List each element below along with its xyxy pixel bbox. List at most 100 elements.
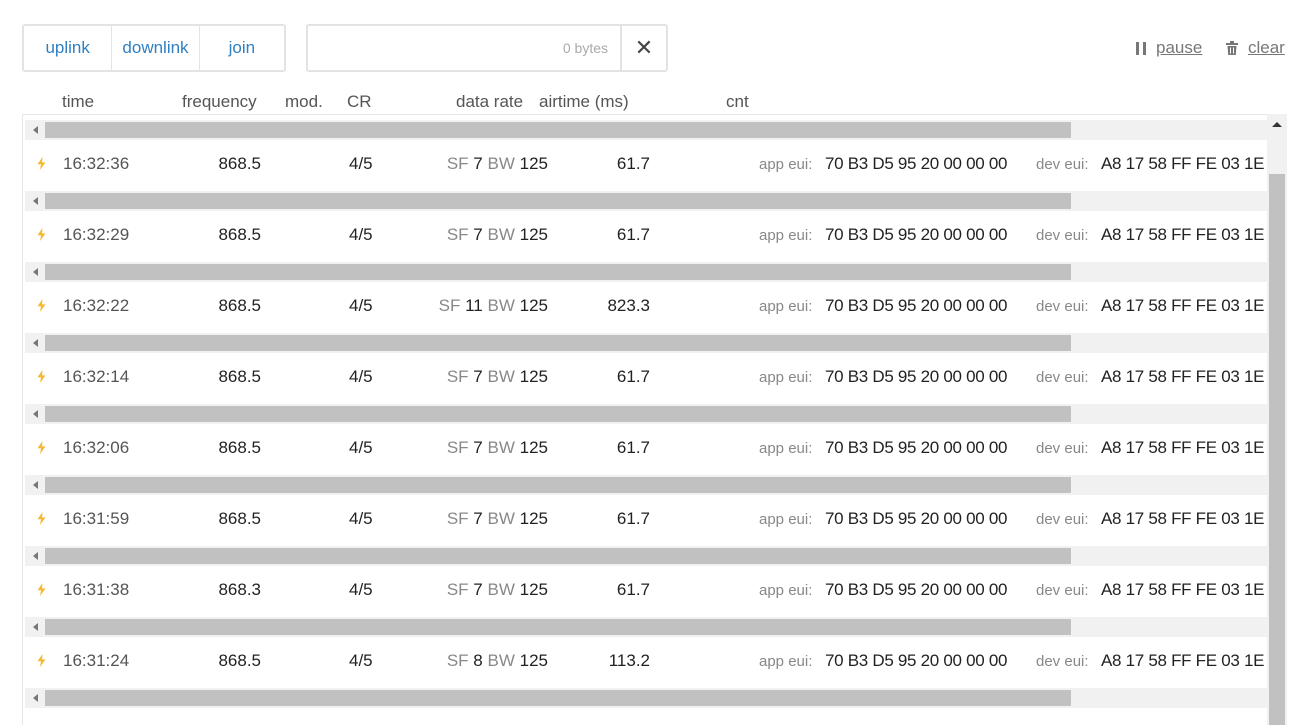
packet-frequency: 868.5 <box>218 438 261 457</box>
sf-label: SF <box>446 438 469 457</box>
app-eui-value: 70 B3 D5 95 20 00 00 00 <box>825 651 1008 670</box>
horizontal-scrollbar[interactable] <box>25 333 1287 353</box>
packet-frequency: 868.5 <box>218 651 261 670</box>
horizontal-scrollbar[interactable] <box>25 120 1287 140</box>
clear-search-button[interactable]: ✕ <box>620 26 666 70</box>
packet-time: 16:31:59 <box>63 509 130 528</box>
table-row[interactable]: 16:32:22 868.5 4/5 SF 11 BW 125 823.3 app eui… <box>25 282 1268 333</box>
table-row[interactable]: 16:32:36 868.5 4/5 SF 7 BW 125 61.7 app eui: 7… <box>25 140 1268 191</box>
sf-value: 7 <box>473 225 483 244</box>
app-eui-label: app eui: <box>759 156 813 173</box>
app-eui-label: app eui: <box>759 511 813 528</box>
dev-eui-label: dev eui: <box>1036 227 1089 244</box>
scroll-left-arrow-icon[interactable] <box>33 694 38 702</box>
search-input[interactable] <box>308 26 563 70</box>
scroll-left-arrow-icon[interactable] <box>33 481 38 489</box>
packet-frequency: 868.5 <box>218 367 261 386</box>
column-header-cr: CR <box>347 92 372 111</box>
horizontal-scroll-thumb[interactable] <box>45 477 1071 493</box>
dev-eui-value: A8 17 58 FF FE 03 1E <box>1101 509 1265 528</box>
dev-eui-value: A8 17 58 FF FE 03 1E <box>1101 154 1265 173</box>
packet-data-rate: SF 7 BW 125 <box>447 580 548 600</box>
horizontal-scroll-thumb[interactable] <box>45 335 1071 351</box>
scroll-up-arrow-icon[interactable] <box>1272 122 1282 127</box>
packet-cr: 4/5 <box>349 367 373 386</box>
scroll-left-arrow-icon[interactable] <box>33 339 38 347</box>
bw-value: 125 <box>519 154 548 173</box>
sf-label: SF <box>446 154 469 173</box>
scroll-left-arrow-icon[interactable] <box>33 126 38 134</box>
horizontal-scrollbar[interactable] <box>25 546 1287 566</box>
horizontal-scroll-thumb[interactable] <box>45 690 1071 706</box>
packet-airtime: 61.7 <box>616 438 650 457</box>
pause-label: pause <box>1156 38 1203 57</box>
table-row[interactable]: 16:31:38 868.3 4/5 SF 7 BW 125 61.7 app eui: 7… <box>25 566 1268 617</box>
column-header-modulation: mod. <box>285 92 323 111</box>
horizontal-scrollbar[interactable] <box>25 404 1287 424</box>
table-row[interactable]: 16:32:14 868.5 4/5 SF 7 BW 125 61.7 app eui: 7… <box>25 353 1268 404</box>
table-row[interactable]: 16:31:59 868.5 4/5 SF 7 BW 125 61.7 app eui: 7… <box>25 495 1268 546</box>
packet-data-rate: SF 7 BW 125 <box>447 225 548 245</box>
column-header-cnt: cnt <box>726 92 749 111</box>
sf-value: 7 <box>473 509 483 528</box>
packet-airtime: 61.7 <box>616 509 650 528</box>
scroll-left-arrow-icon[interactable] <box>33 623 38 631</box>
table-row[interactable]: 16:32:29 868.5 4/5 SF 7 BW 125 61.7 app eui: 7… <box>25 211 1268 262</box>
sf-label: SF <box>438 296 461 315</box>
vertical-scrollbar[interactable] <box>1267 114 1287 725</box>
bw-value: 125 <box>519 438 548 457</box>
horizontal-scroll-thumb[interactable] <box>45 406 1071 422</box>
horizontal-scroll-thumb[interactable] <box>45 619 1071 635</box>
packet-frequency: 868.5 <box>218 296 261 315</box>
app-eui-value: 70 B3 D5 95 20 00 00 00 <box>825 438 1008 457</box>
table-row[interactable]: 16:32:06 868.5 4/5 SF 7 BW 125 61.7 app eui: 7… <box>25 424 1268 475</box>
scroll-left-arrow-icon[interactable] <box>33 268 38 276</box>
scroll-left-arrow-icon[interactable] <box>33 552 38 560</box>
lightning-bolt-icon <box>37 512 46 525</box>
join-filter-button[interactable]: join <box>198 26 284 70</box>
horizontal-scroll-thumb[interactable] <box>45 264 1071 280</box>
packet-cr: 4/5 <box>349 580 373 599</box>
sf-value: 7 <box>473 438 483 457</box>
horizontal-scroll-thumb[interactable] <box>45 122 1071 138</box>
packet-frequency: 868.5 <box>218 154 261 173</box>
packet-airtime: 61.7 <box>616 367 650 386</box>
horizontal-scrollbar[interactable] <box>25 617 1287 637</box>
horizontal-scrollbar[interactable] <box>25 688 1287 708</box>
pause-icon <box>1136 41 1146 55</box>
dev-eui-label: dev eui: <box>1036 298 1089 315</box>
horizontal-scroll-thumb[interactable] <box>45 548 1071 564</box>
horizontal-scrollbar[interactable] <box>25 191 1287 211</box>
bw-value: 125 <box>519 509 548 528</box>
downlink-filter-button[interactable]: downlink <box>111 26 198 70</box>
packet-data-rate: SF 7 BW 125 <box>447 367 548 387</box>
sf-value: 7 <box>473 154 483 173</box>
horizontal-scroll-thumb[interactable] <box>45 193 1071 209</box>
lightning-bolt-icon <box>37 299 46 312</box>
packet-data-rate: SF 8 BW 125 <box>447 651 548 671</box>
lightning-bolt-icon <box>37 157 46 170</box>
close-icon: ✕ <box>634 35 654 60</box>
vertical-scroll-thumb[interactable] <box>1269 174 1285 725</box>
lightning-bolt-icon <box>37 441 46 454</box>
horizontal-scrollbar[interactable] <box>25 262 1287 282</box>
scroll-left-arrow-icon[interactable] <box>33 410 38 418</box>
lightning-bolt-icon <box>37 583 46 596</box>
clear-button[interactable]: clear <box>1226 38 1285 58</box>
table-row[interactable]: 16:31:24 868.5 4/5 SF 8 BW 125 113.2 app eui:… <box>25 637 1268 688</box>
dev-eui-label: dev eui: <box>1036 582 1089 599</box>
dev-eui-label: dev eui: <box>1036 440 1089 457</box>
dev-eui-value: A8 17 58 FF FE 03 1E <box>1101 438 1265 457</box>
bw-label: BW <box>487 225 515 244</box>
packet-time: 16:32:06 <box>63 438 130 457</box>
bw-value: 125 <box>519 651 548 670</box>
packet-cr: 4/5 <box>349 296 373 315</box>
app-eui-label: app eui: <box>759 369 813 386</box>
packet-cr: 4/5 <box>349 509 373 528</box>
dev-eui-value: A8 17 58 FF FE 03 1E <box>1101 225 1265 244</box>
scroll-left-arrow-icon[interactable] <box>33 197 38 205</box>
uplink-filter-button[interactable]: uplink <box>24 26 111 70</box>
sf-label: SF <box>446 509 469 528</box>
pause-button[interactable]: pause <box>1136 38 1202 58</box>
horizontal-scrollbar[interactable] <box>25 475 1287 495</box>
